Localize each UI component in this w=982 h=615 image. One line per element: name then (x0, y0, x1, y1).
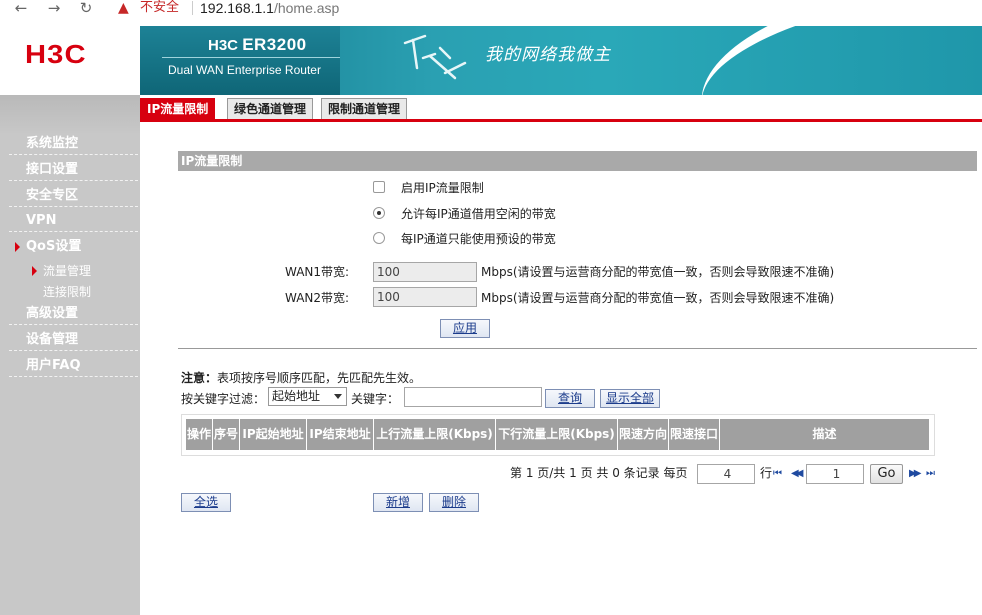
tab-limit-channel[interactable]: 限制通道管理 (321, 98, 408, 120)
col-end-ip: IP结束地址 (307, 419, 374, 450)
borrow-bandwidth-radio[interactable] (373, 207, 385, 219)
wan2-unit-hint: Mbps(请设置与运营商分配的带宽值一致，否则会导致限速不准确) (481, 291, 835, 305)
reload-icon[interactable]: ↻ (77, 0, 95, 18)
product-brand: H3C (208, 37, 239, 54)
sidebar-subitem-label: 连接限制 (43, 285, 92, 299)
banner-slogan: 我的网络我做主 (485, 45, 611, 65)
sidebar-item-label: 用户FAQ (26, 358, 81, 373)
note-prefix: 注意： (181, 371, 218, 385)
sidebar-item-label: QoS设置 (26, 239, 82, 254)
enable-checkbox[interactable] (373, 181, 385, 193)
sidebar-item-label: VPN (26, 213, 57, 228)
per-page-input[interactable]: 4 (697, 464, 755, 484)
col-interface: 限速接口 (669, 419, 720, 450)
wan2-label: WAN2带宽: (285, 291, 350, 305)
sidebar-item-label: 安全专区 (26, 188, 79, 203)
expand-arrow-icon (15, 242, 20, 252)
browser-toolbar: ← → ↻ ▲ 不安全 192.168.1.1/home.asp (0, 0, 982, 22)
header-banner: H3C ER3200 Dual WAN Enterprise Router 我的… (140, 26, 982, 95)
sidebar: 系统监控 接口设置 安全专区 VPN QoS设置 流量管理 连接限制 高级设置 … (0, 95, 140, 615)
sidebar-subitem-label: 流量管理 (43, 264, 92, 278)
security-label[interactable]: 不安全 (140, 0, 179, 16)
note-text: 表项按序号顺序匹配，先匹配先生效。 (217, 371, 422, 385)
match-note: 注意：表项按序号顺序匹配，先匹配先生效。 (181, 369, 421, 386)
sidebar-item-label: 系统监控 (26, 136, 79, 151)
tab-ip-limit[interactable]: IP流量限制 (140, 98, 216, 120)
search-button[interactable]: 查询 (545, 389, 595, 408)
wan1-label: WAN1带宽: (285, 265, 350, 279)
section-title: IP流量限制 (178, 151, 977, 171)
go-button[interactable]: Go (870, 464, 903, 484)
filter-select-value: 起始地址 (272, 389, 321, 403)
col-index: 序号 (213, 419, 240, 450)
wan1-bandwidth-input[interactable]: 100 (373, 262, 477, 282)
banner-decoration-icon (403, 34, 467, 80)
page-number-input[interactable]: 1 (806, 464, 864, 484)
col-description: 描述 (812, 427, 837, 441)
sidebar-item-device[interactable]: 设备管理 (9, 329, 138, 351)
table-header-row: 操作 序号 IP起始地址 IP结束地址 上行流量上限(Kbps) 下行流量上限(… (186, 419, 929, 450)
url-host: 192.168.1.1 (200, 0, 274, 16)
section-divider (178, 348, 977, 349)
sidebar-item-security[interactable]: 安全专区 (9, 185, 138, 207)
keyword-input[interactable] (404, 387, 542, 407)
logo-area: H3C (0, 22, 140, 95)
wan1-unit-hint: Mbps(请设置与运营商分配的带宽值一致，否则会导致限速不准确) (481, 265, 835, 279)
col-start-ip: IP起始地址 (240, 419, 307, 450)
forward-icon[interactable]: → (45, 0, 63, 18)
last-page-icon[interactable]: ⏭ (926, 468, 935, 479)
back-icon[interactable]: ← (12, 0, 30, 18)
next-page-icon[interactable]: ▶▶ (909, 468, 922, 479)
prev-page-icon[interactable]: ◀◀ (791, 468, 804, 479)
product-model: ER3200 (242, 35, 307, 54)
fixed-bandwidth-radio[interactable] (373, 232, 385, 244)
sidebar-item-label: 接口设置 (26, 162, 79, 177)
sidebar-item-interface[interactable]: 接口设置 (9, 159, 138, 181)
col-upload-limit: 上行流量上限(Kbps) (374, 419, 496, 450)
filter-field-select[interactable]: 起始地址 (268, 387, 347, 406)
rules-table: 操作 序号 IP起始地址 IP结束地址 上行流量上限(Kbps) 下行流量上限(… (181, 414, 935, 456)
sidebar-item-label: 设备管理 (26, 332, 79, 347)
apply-button[interactable]: 应用 (440, 319, 490, 338)
add-button[interactable]: 新增 (373, 493, 423, 512)
banner-rule (162, 57, 340, 58)
banner-swoosh (689, 26, 982, 95)
first-page-icon[interactable]: ⏮ (773, 468, 782, 479)
sidebar-item-label: 高级设置 (26, 306, 79, 321)
keyword-label: 关键字： (351, 392, 400, 406)
borrow-bandwidth-label: 允许每IP通道借用空闲的带宽 (401, 207, 556, 221)
address-bar[interactable]: 192.168.1.1/home.asp (200, 0, 339, 16)
address-separator (192, 1, 193, 15)
col-download-limit: 下行流量上限(Kbps) (496, 419, 618, 450)
url-path: /home.asp (273, 0, 340, 16)
sidebar-item-system-monitor[interactable]: 系统监控 (9, 133, 138, 155)
sidebar-item-vpn[interactable]: VPN (9, 210, 138, 232)
sidebar-shade (0, 95, 140, 135)
product-name: H3C ER3200 (208, 35, 307, 55)
sidebar-item-qos[interactable]: QoS设置 (9, 236, 138, 258)
filter-label: 按关键字过滤： (181, 392, 266, 406)
select-all-button[interactable]: 全选 (181, 493, 231, 512)
sidebar-item-faq[interactable]: 用户FAQ (9, 355, 138, 377)
chevron-down-icon (334, 394, 342, 399)
sidebar-subitem-connection[interactable]: 连接限制 (43, 284, 91, 300)
sidebar-subitem-traffic[interactable]: 流量管理 (32, 263, 92, 279)
col-direction: 限速方向 (618, 419, 669, 450)
fixed-bandwidth-label: 每IP通道只能使用预设的带宽 (401, 232, 556, 246)
pager-summary: 第 1 页/共 1 页 共 0 条记录 每页 (510, 466, 688, 480)
delete-button[interactable]: 删除 (429, 493, 479, 512)
col-operation: 操作 (186, 419, 213, 450)
wan2-bandwidth-input[interactable]: 100 (373, 287, 477, 307)
row-unit-label: 行 (760, 466, 773, 480)
tab-green-channel[interactable]: 绿色通道管理 (227, 98, 314, 120)
product-tagline: Dual WAN Enterprise Router (168, 63, 321, 77)
enable-label: 启用IP流量限制 (401, 181, 484, 195)
sidebar-item-advanced[interactable]: 高级设置 (9, 303, 138, 325)
selected-arrow-icon (32, 266, 37, 276)
h3c-logo: H3C (25, 39, 87, 69)
warning-icon[interactable]: ▲ (118, 0, 129, 16)
tab-underline (140, 119, 982, 122)
show-all-button[interactable]: 显示全部 (600, 389, 660, 408)
